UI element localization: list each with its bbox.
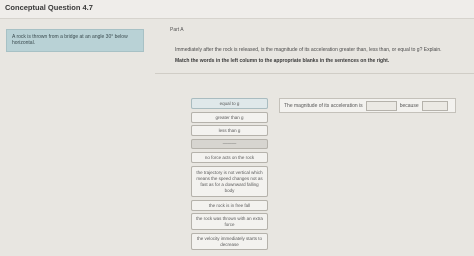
instruction-text: Match the words in the left column to th…	[175, 58, 390, 64]
choice-item[interactable]: no force acts on the rock	[191, 152, 268, 163]
sentence-prefix: The magnitude of its acceleration is	[284, 102, 363, 109]
choice-item[interactable]: the rock was thrown with an extra force	[191, 213, 268, 230]
sentence-middle: because	[399, 102, 419, 109]
choice-item[interactable]: the rock is in free fall	[191, 200, 268, 211]
choice-item[interactable]: equal to g	[191, 98, 268, 109]
sentence-row: The magnitude of its acceleration is bec…	[279, 98, 456, 113]
problem-statement: A rock is thrown from a bridge at an ang…	[6, 29, 144, 52]
choice-item[interactable]: ———	[191, 139, 268, 149]
choice-item[interactable]: greater than g	[191, 112, 268, 123]
question-text: Immediately after the rock is released, …	[175, 47, 442, 53]
title-bar: Conceptual Question 4.7	[0, 0, 474, 19]
part-label[interactable]: Part A	[170, 27, 184, 33]
divider	[155, 73, 474, 74]
answer-blank-1[interactable]	[365, 100, 397, 111]
choice-item[interactable]: the trajectory is not vertical which mea…	[191, 166, 268, 197]
choice-item[interactable]: the velocity immediately starts to decre…	[191, 233, 268, 250]
choice-item[interactable]: less than g	[191, 125, 268, 136]
answer-blank-2[interactable]	[421, 100, 448, 111]
page-title: Conceptual Question 4.7	[5, 3, 93, 12]
